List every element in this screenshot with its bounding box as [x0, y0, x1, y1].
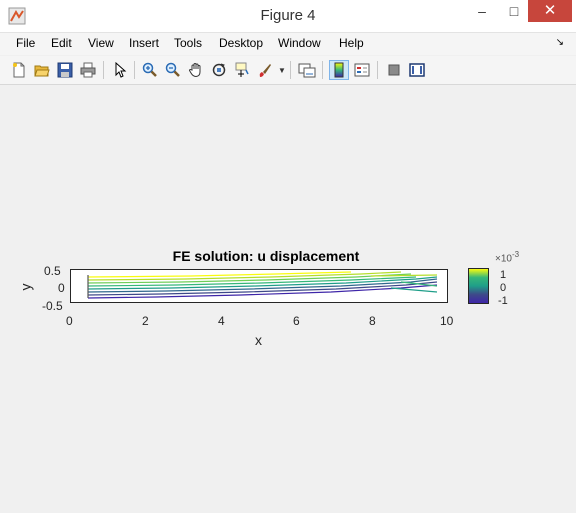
menu-bar: File Edit View Insert Tools Desktop Wind…	[0, 33, 576, 55]
toolbar-separator	[290, 61, 291, 79]
pan-hand-icon[interactable]	[186, 60, 206, 80]
menu-edit[interactable]: Edit	[51, 36, 72, 50]
menu-view[interactable]: View	[88, 36, 114, 50]
title-bar: Figure 4 – □ ✕	[0, 0, 576, 33]
menu-window[interactable]: Window	[278, 36, 321, 50]
figure-toolbar: ▼	[0, 56, 576, 85]
x-tick-label: 8	[369, 314, 376, 328]
close-button[interactable]: ✕	[528, 0, 572, 22]
menu-help[interactable]: Help	[339, 36, 364, 50]
menu-insert[interactable]: Insert	[129, 36, 159, 50]
colorbar-multiplier: ×10	[495, 253, 512, 265]
new-figure-icon[interactable]	[9, 60, 29, 80]
colorbar-tick-label: 0	[500, 282, 507, 294]
y-tick-label: 0.5	[44, 264, 61, 278]
colorbar-tick-label: -1	[498, 295, 508, 307]
x-tick-label: 2	[142, 314, 149, 328]
colorbar[interactable]	[468, 268, 489, 304]
legend-toggle-icon[interactable]	[352, 60, 372, 80]
x-tick-label: 0	[66, 314, 73, 328]
rotate-3d-icon[interactable]	[209, 60, 229, 80]
toolbar-separator	[377, 61, 378, 79]
toolbar-separator	[322, 61, 323, 79]
show-plot-tools-icon[interactable]	[407, 60, 427, 80]
brush-dropdown-icon[interactable]: ▼	[278, 66, 286, 75]
open-file-icon[interactable]	[32, 60, 52, 80]
minimize-button[interactable]: –	[469, 0, 495, 22]
hide-plot-tools-icon[interactable]	[384, 60, 404, 80]
data-cursor-icon[interactable]	[232, 60, 252, 80]
toolbar-separator	[103, 61, 104, 79]
brush-icon[interactable]	[255, 60, 275, 80]
figure-canvas: FE solution: u displacement 0.5 0 -0.5 0…	[8, 86, 568, 507]
x-axis-label: x	[255, 332, 262, 348]
zoom-in-icon[interactable]	[140, 60, 160, 80]
pointer-icon[interactable]	[110, 60, 130, 80]
save-icon[interactable]	[55, 60, 75, 80]
colorbar-exponent: ×10-3	[495, 250, 519, 264]
x-tick-label: 6	[293, 314, 300, 328]
contour-plot	[87, 271, 438, 299]
menu-desktop[interactable]: Desktop	[219, 36, 263, 50]
plot-axes[interactable]	[70, 269, 448, 303]
menu-file[interactable]: File	[16, 36, 35, 50]
colorbar-tick-label: 1	[500, 269, 507, 281]
plot-title: FE solution: u displacement	[172, 248, 360, 264]
toolbar-separator	[134, 61, 135, 79]
dock-arrow-icon[interactable]: ↘	[556, 37, 564, 48]
print-icon[interactable]	[78, 60, 98, 80]
menu-tools[interactable]: Tools	[174, 36, 202, 50]
zoom-out-icon[interactable]	[163, 60, 183, 80]
y-axis-label: y	[17, 283, 34, 291]
colorbar-toggle-icon[interactable]	[329, 60, 349, 80]
y-tick-label: 0	[58, 281, 65, 295]
link-plot-icon[interactable]	[297, 60, 317, 80]
maximize-button[interactable]: □	[501, 0, 527, 22]
x-tick-label: 10	[440, 314, 454, 328]
y-tick-label: -0.5	[42, 299, 63, 313]
colorbar-exponent-value: -3	[511, 250, 520, 259]
x-tick-label: 4	[218, 314, 225, 328]
